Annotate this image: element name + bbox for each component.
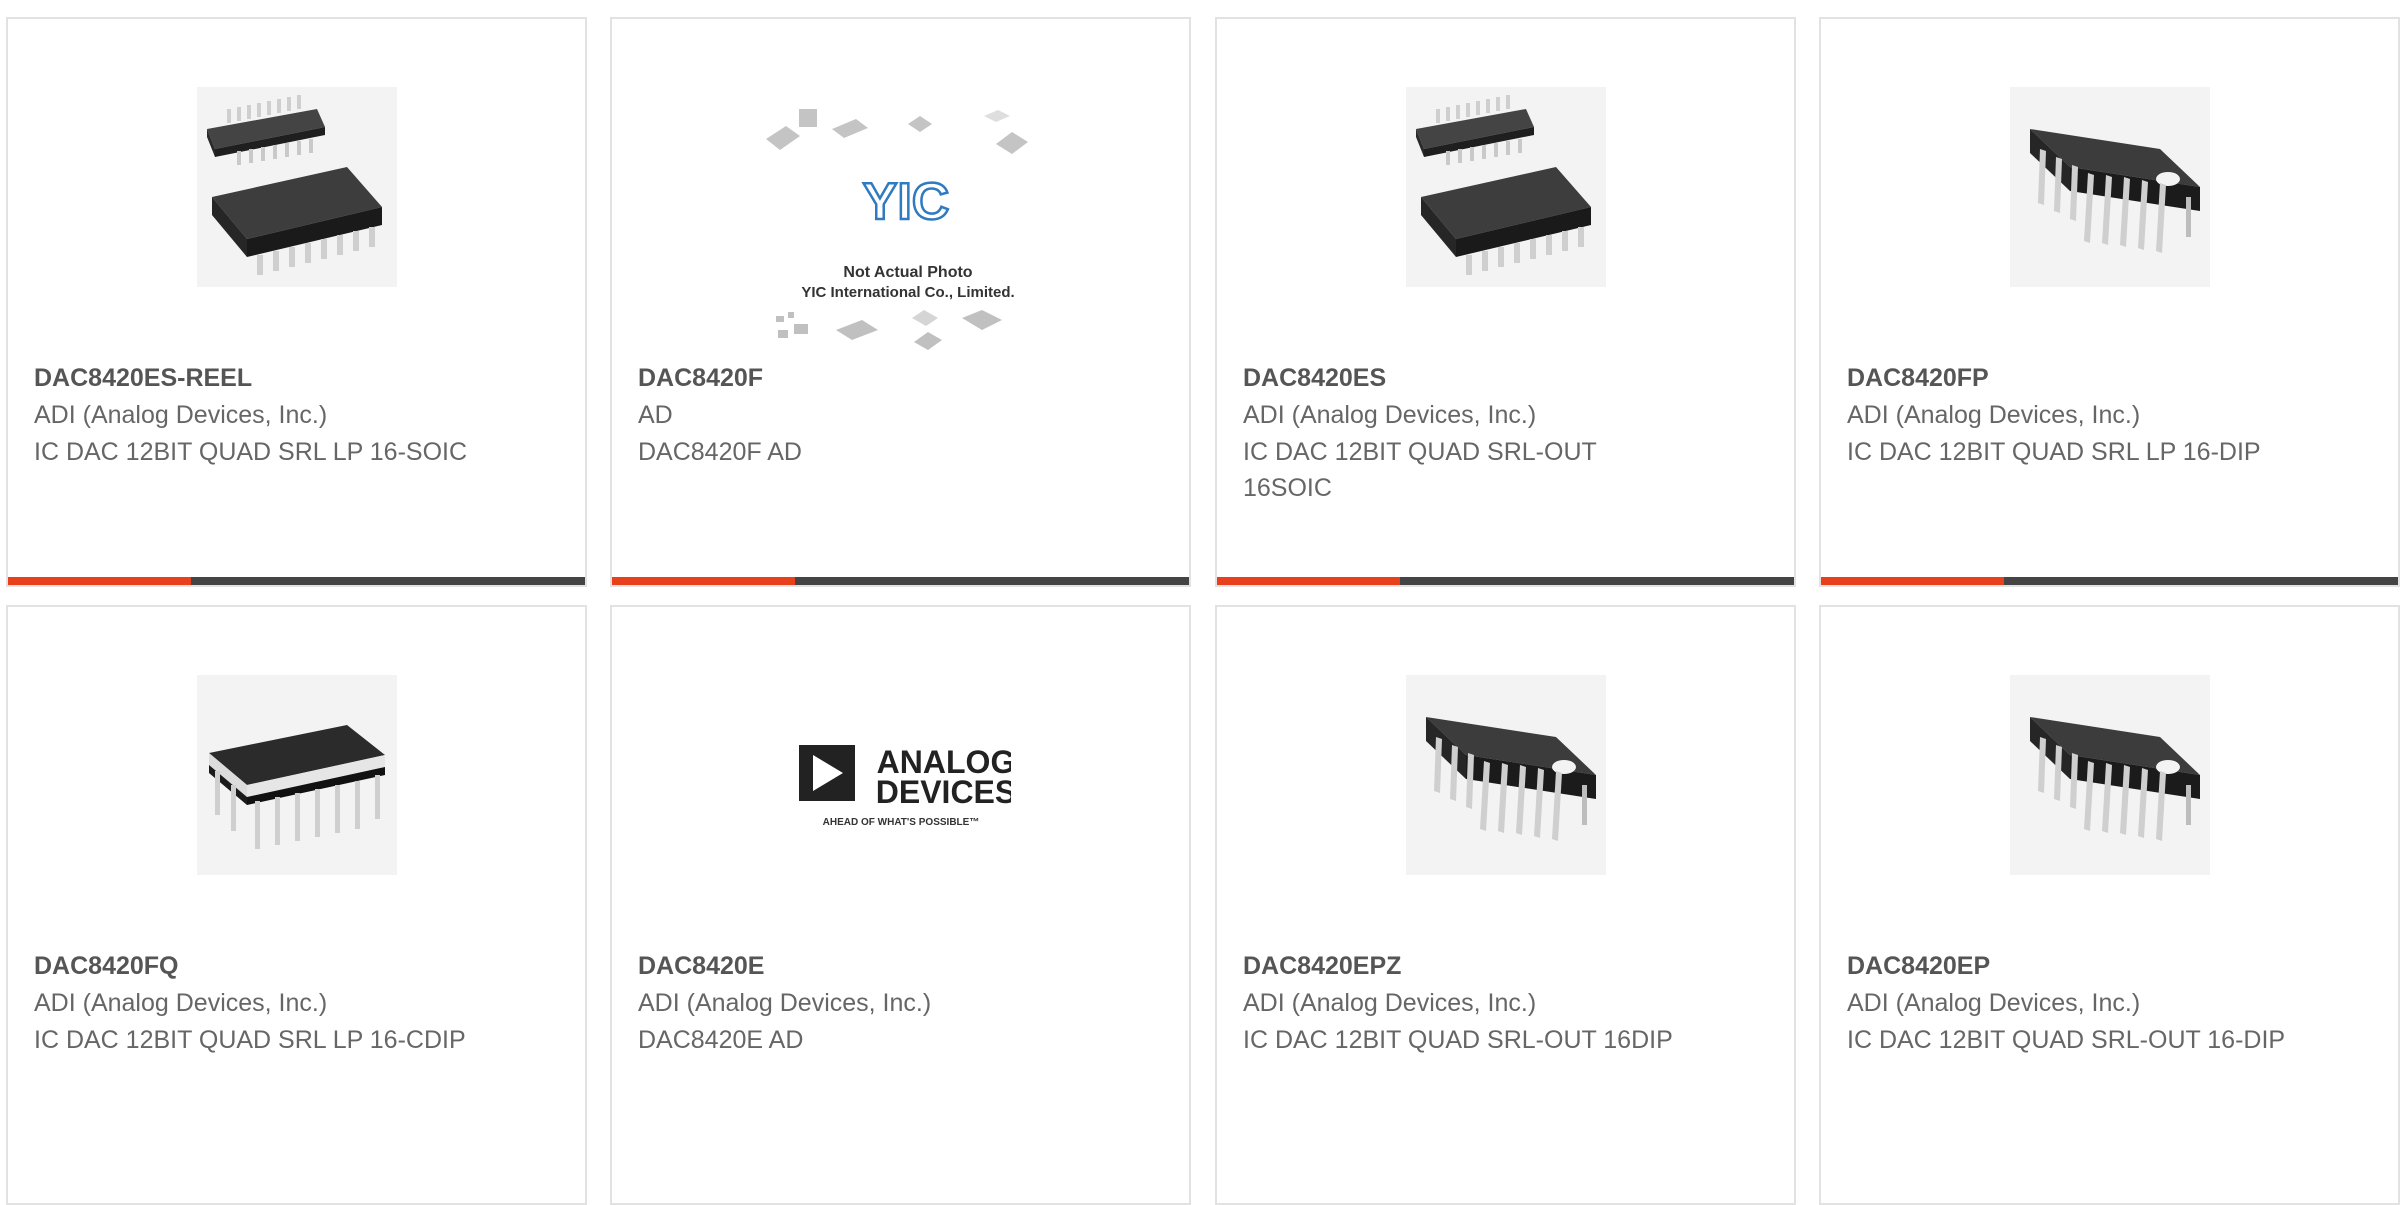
cdip-package-icon[interactable]	[196, 675, 397, 875]
product-card[interactable]: DAC8420FQ ADI (Analog Devices, Inc.) IC …	[6, 605, 587, 1205]
part-number[interactable]: DAC8420F	[638, 361, 763, 395]
not-actual-photo-text: Not Actual Photo	[843, 264, 972, 281]
product-card[interactable]: DAC8420EP ADI (Analog Devices, Inc.) IC …	[1819, 605, 2400, 1205]
part-number[interactable]: DAC8420FP	[1847, 361, 1989, 395]
product-card[interactable]: DAC8420EPZ ADI (Analog Devices, Inc.) IC…	[1215, 605, 1796, 1205]
description: IC DAC 12BIT QUAD SRL LP 16-CDIP	[34, 1026, 466, 1054]
description: DAC8420E AD	[638, 1026, 804, 1054]
part-number[interactable]: DAC8420FQ	[34, 949, 179, 983]
card-bottom-bar	[1821, 577, 2398, 585]
manufacturer: ADI (Analog Devices, Inc.)	[34, 989, 328, 1017]
part-number[interactable]: DAC8420EPZ	[1243, 949, 1401, 983]
manufacturer: ADI (Analog Devices, Inc.)	[34, 401, 328, 429]
yic-company-text: YIC International Co., Limited.	[801, 284, 1014, 301]
card-accent-bar	[1821, 577, 2004, 585]
description: IC DAC 12BIT QUAD SRL-OUT 16-DIP	[1847, 1026, 2286, 1054]
card-bottom-bar	[612, 577, 1189, 585]
manufacturer: ADI (Analog Devices, Inc.)	[1847, 401, 2141, 429]
card-accent-bar	[8, 577, 191, 585]
description: IC DAC 12BIT QUAD SRL LP 16-DIP	[1847, 438, 2261, 466]
card-bottom-bar	[1217, 577, 1794, 585]
manufacturer: ADI (Analog Devices, Inc.)	[638, 989, 932, 1017]
description: DAC8420F AD	[638, 438, 802, 466]
product-grid: DAC8420ES-REEL ADI (Analog Devices, Inc.…	[0, 0, 2400, 1205]
logo-line2: DEVICES	[875, 774, 1010, 810]
yic-logo-text: YIC	[862, 173, 949, 231]
soic-package-icon[interactable]	[196, 87, 397, 287]
logo-tagline: AHEAD OF WHAT'S POSSIBLE™	[822, 817, 979, 828]
product-card[interactable]: ANALOG DEVICES AHEAD OF WHAT'S POSSIBLE™…	[610, 605, 1191, 1205]
analog-devices-logo[interactable]: ANALOG DEVICES AHEAD OF WHAT'S POSSIBLE™	[790, 731, 1011, 831]
card-accent-bar	[1217, 577, 1400, 585]
card-bottom-bar	[8, 577, 585, 585]
manufacturer: ADI (Analog Devices, Inc.)	[1243, 989, 1537, 1017]
manufacturer: ADI (Analog Devices, Inc.)	[1243, 401, 1537, 429]
part-number[interactable]: DAC8420E	[638, 949, 764, 983]
manufacturer: ADI (Analog Devices, Inc.)	[1847, 989, 2141, 1017]
yic-placeholder-icon[interactable]: YIC Not Actual Photo YIC International C…	[765, 104, 1036, 354]
dip-package-icon[interactable]	[2009, 675, 2210, 875]
part-number[interactable]: DAC8420ES	[1243, 361, 1386, 395]
description: IC DAC 12BIT QUAD SRL LP 16-SOIC	[34, 438, 468, 466]
part-number[interactable]: DAC8420ES-REEL	[34, 361, 252, 395]
dip-package-icon[interactable]	[1405, 675, 1606, 875]
manufacturer: AD	[638, 401, 673, 429]
product-card[interactable]: DAC8420ES ADI (Analog Devices, Inc.) IC …	[1215, 17, 1796, 587]
part-number[interactable]: DAC8420EP	[1847, 949, 1990, 983]
soic-package-icon[interactable]	[1405, 87, 1606, 287]
dip-package-icon[interactable]	[2009, 87, 2210, 287]
product-card[interactable]: DAC8420FP ADI (Analog Devices, Inc.) IC …	[1819, 17, 2400, 587]
product-card[interactable]: YIC Not Actual Photo YIC International C…	[610, 17, 1191, 587]
product-card[interactable]: DAC8420ES-REEL ADI (Analog Devices, Inc.…	[6, 17, 587, 587]
description: IC DAC 12BIT QUAD SRL-OUT 16SOIC	[1243, 438, 1597, 502]
card-accent-bar	[612, 577, 795, 585]
description: IC DAC 12BIT QUAD SRL-OUT 16DIP	[1243, 1026, 1673, 1054]
